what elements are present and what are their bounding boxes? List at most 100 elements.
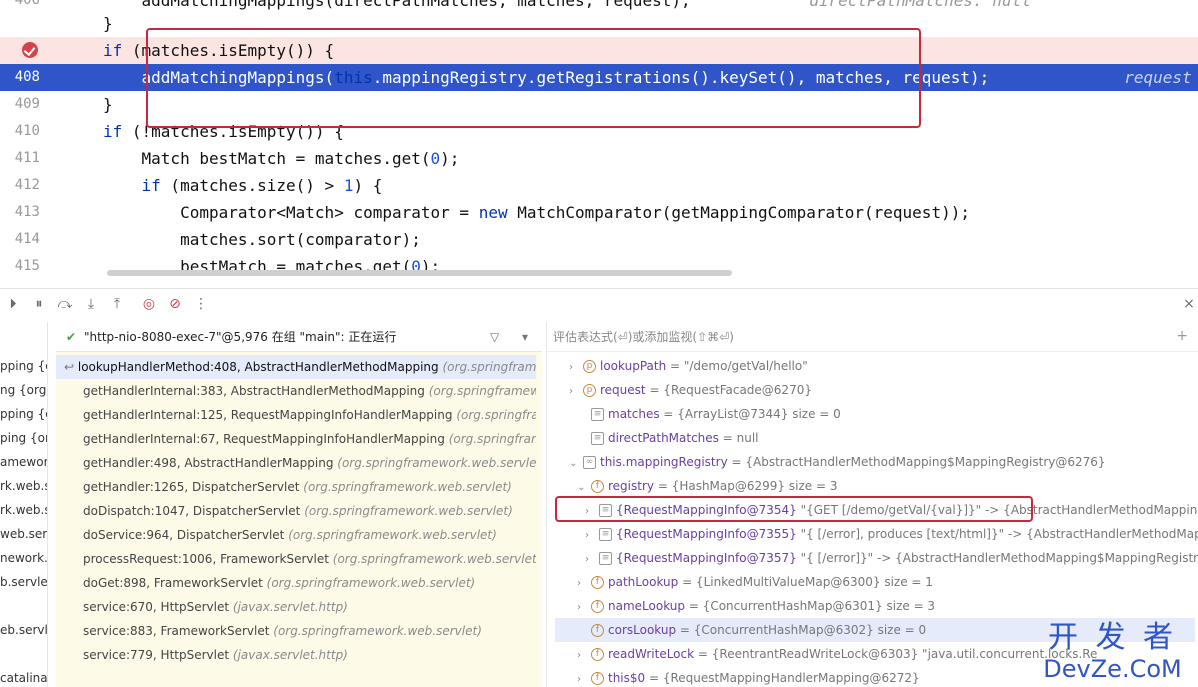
thread-strip-item[interactable]: rk.web.s [0, 498, 47, 522]
code-line[interactable]: } [0, 10, 1198, 37]
variable-type-icon: f [591, 600, 604, 613]
variable-type-icon: ≡ [599, 504, 612, 517]
watermark-bottom: DevZe.CoM [1043, 655, 1182, 683]
variable-value: = {HashMap@6299} size = 3 [654, 479, 838, 493]
code-line[interactable]: 411 Match bestMatch = matches.get(0); [0, 145, 1198, 172]
mute-breakpoints-icon[interactable]: ⊘ [166, 295, 184, 313]
chevron-right-icon[interactable]: › [585, 548, 599, 572]
line-number: 409 [14, 96, 40, 112]
thread-strip-item[interactable]: amework [0, 450, 47, 474]
code-line[interactable]: 414 matches.sort(comparator); [0, 226, 1198, 253]
stack-frame[interactable]: service:883, FrameworkServlet (org.sprin… [56, 619, 536, 643]
step-out-icon[interactable]: ⤒ [108, 295, 126, 313]
thread-selector[interactable]: ✔ "http-nio-8080-exec-7"@5,976 在组 "main"… [56, 322, 542, 352]
line-number: 415 [14, 258, 40, 274]
frame-method: getHandlerInternal:383, AbstractHandlerM… [83, 384, 425, 398]
debug-toolbar: ⏵ ⏸ ⤼ ⤓ ⤒ ◎ ⊘ ⋮ × [0, 288, 1198, 318]
chevron-right-icon[interactable]: › [577, 668, 591, 687]
chevron-right-icon[interactable]: › [585, 500, 599, 524]
thread-strip-item[interactable]: nework. [0, 546, 47, 570]
code-line[interactable]: 410 if (!matches.isEmpty()) { [0, 118, 1198, 145]
chevron-right-icon[interactable]: › [577, 596, 591, 620]
thread-strip-item[interactable] [0, 594, 47, 618]
thread-label: "http-nio-8080-exec-7"@5,976 在组 "main": … [84, 330, 397, 344]
thread-strip-item[interactable] [0, 642, 47, 666]
stack-frame[interactable]: getHandler:498, AbstractHandlerMapping (… [56, 451, 536, 475]
evaluate-expression-field[interactable]: 评估表达式(⏎)或添加监视(⇧⌘⏎) [547, 322, 1198, 352]
variable-name: lookupPath [600, 359, 667, 373]
chevron-right-icon[interactable]: › [569, 356, 583, 380]
stack-frame[interactable]: doGet:898, FrameworkServlet (org.springf… [56, 571, 536, 595]
variable-row[interactable]: ⌄ ∞ this.mappingRegistry = {AbstractHandle… [555, 450, 1195, 474]
code-line[interactable]: 413 Comparator<Match> comparator = new M… [0, 199, 1198, 226]
variable-row[interactable]: › f nameLookup = {ConcurrentHashMap@6301} … [555, 594, 1195, 618]
variable-row[interactable]: › ≡ {RequestMappingInfo@7354} "{GET [/demo… [555, 498, 1198, 524]
chevron-down-icon[interactable]: ▾ [522, 322, 528, 352]
inline-value-hint: request [1105, 68, 1192, 87]
variable-name: pathLookup [608, 575, 679, 589]
frame-package: (org.springframework.web.servlet) [273, 624, 482, 638]
thread-strip-item[interactable]: b.servlet [0, 570, 47, 594]
more-icon[interactable]: ⋮ [192, 295, 210, 313]
stack-frame[interactable]: doDispatch:1047, DispatcherServlet (org.… [56, 499, 536, 523]
frame-package: (org.springframework [456, 408, 536, 422]
thread-strip-item[interactable]: eb.servle [0, 618, 47, 642]
thread-strip-item[interactable]: catalina [0, 666, 47, 687]
chevron-down-icon[interactable]: ⌄ [569, 452, 583, 476]
view-breakpoints-icon[interactable]: ◎ [140, 295, 158, 313]
stack-frame[interactable]: getHandlerInternal:67, RequestMappingInf… [56, 427, 536, 451]
variable-row[interactable]: › ≡ {RequestMappingInfo@7357} "{ [/error]}… [555, 546, 1198, 572]
editor-horizontal-scrollbar[interactable] [107, 270, 732, 276]
frame-method: service:779, HttpServlet [83, 648, 230, 662]
code-line[interactable]: if (matches.isEmpty()) { [0, 37, 1198, 64]
frame-method: getHandler:498, AbstractHandlerMapping [83, 456, 334, 470]
step-over-icon[interactable]: ⤼ [56, 295, 74, 313]
code-editor[interactable]: 406 addMatchingMappings(directPathMatche… [0, 0, 1198, 285]
variable-row[interactable]: › p lookupPath = "/demo/getVal/hello" [555, 354, 1195, 378]
thread-strip-item[interactable]: ng {org.s [0, 378, 47, 402]
stack-frame[interactable]: processRequest:1006, FrameworkServlet (o… [56, 547, 536, 571]
frame-package: (javax.servlet.http) [232, 648, 348, 662]
chevron-right-icon[interactable]: › [585, 524, 599, 548]
add-watch-icon[interactable]: + [1176, 328, 1188, 344]
step-into-icon[interactable]: ⤓ [82, 295, 100, 313]
variable-name: directPathMatches [608, 431, 719, 445]
frame-method: doService:964, DispatcherServlet [83, 528, 285, 542]
chevron-right-icon[interactable]: › [577, 572, 591, 596]
watermark: 开 发 者 DevZe.CoM [1035, 623, 1190, 683]
threads-strip: pping {ong {org.spping {oping {oramework… [0, 322, 48, 687]
variable-value: = {AbstractHandlerMethodMapping$MappingR… [727, 455, 1106, 469]
stack-frame[interactable]: getHandlerInternal:383, AbstractHandlerM… [56, 379, 536, 403]
thread-strip-item[interactable]: ping {or [0, 426, 47, 450]
line-code: Match bestMatch = matches.get(0); [103, 149, 460, 168]
resume-icon[interactable]: ⏵ [4, 295, 22, 313]
line-number: 408 [14, 69, 40, 85]
stack-frame[interactable]: service:670, HttpServlet (javax.servlet.… [56, 595, 536, 619]
thread-strip-item[interactable]: web.ser [0, 522, 47, 546]
chevron-right-icon[interactable]: › [569, 380, 583, 404]
variable-row[interactable]: › f pathLookup = {LinkedMultiValueMap@6300… [555, 570, 1195, 594]
code-line[interactable]: 412 if (matches.size() > 1) { [0, 172, 1198, 199]
stack-frame[interactable]: getHandlerInternal:125, RequestMappingIn… [56, 403, 536, 427]
variable-row[interactable]: ⌄ f registry = {HashMap@6299} size = 3 [555, 474, 1195, 498]
variable-row[interactable]: ≡ directPathMatches = null [555, 426, 1195, 450]
variable-row[interactable]: ≡ matches = {ArrayList@7344} size = 0 [555, 402, 1195, 426]
stack-frame[interactable]: service:779, HttpServlet (javax.servlet.… [56, 643, 536, 667]
chevron-right-icon[interactable]: › [577, 644, 591, 668]
pause-icon[interactable]: ⏸ [30, 295, 48, 313]
stack-frame[interactable]: getHandler:1265, DispatcherServlet (org.… [56, 475, 536, 499]
variable-row[interactable]: › p request = {RequestFacade@6270} [555, 378, 1195, 402]
filter-icon[interactable]: ▽ [490, 322, 499, 352]
variable-row[interactable]: › ≡ {RequestMappingInfo@7355} "{ [/error],… [555, 522, 1198, 548]
close-icon[interactable]: × [1180, 295, 1198, 313]
thread-strip-item[interactable]: rk.web.s [0, 474, 47, 498]
code-line[interactable]: 409} [0, 91, 1198, 118]
thread-strip-item[interactable]: pping {o [0, 354, 47, 378]
thread-strip-item[interactable]: pping {o [0, 402, 47, 426]
stack-frame[interactable]: doService:964, DispatcherServlet (org.sp… [56, 523, 536, 547]
variable-name: {RequestMappingInfo@7357} [616, 551, 797, 565]
code-line[interactable]: 408 addMatchingMappings(this.mappingRegi… [0, 64, 1198, 91]
stack-frame[interactable]: ↩ lookupHandlerMethod:408, AbstractHandl… [56, 355, 536, 379]
breakpoint-icon[interactable] [22, 42, 38, 58]
chevron-down-icon[interactable]: ⌄ [577, 476, 591, 500]
